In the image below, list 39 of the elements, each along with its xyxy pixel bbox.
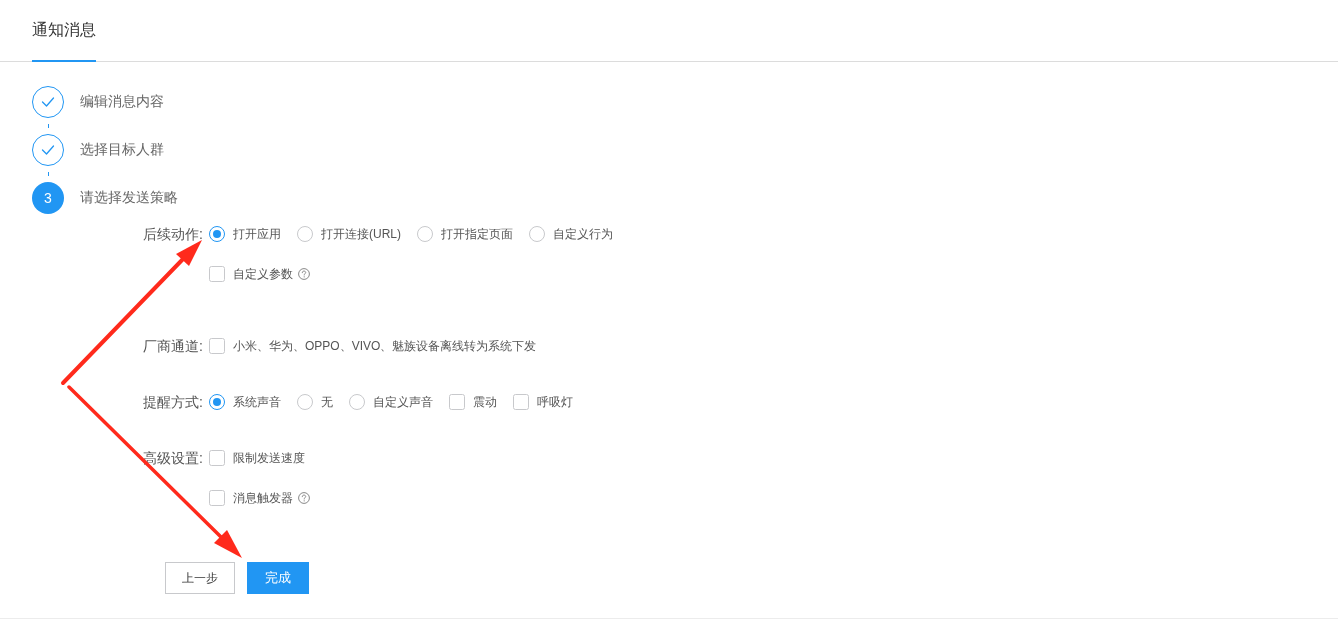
checkbox[interactable]: [209, 490, 225, 506]
form-label: 厂商通道:: [142, 337, 203, 356]
checkbox-label[interactable]: 自定义参数: [233, 265, 293, 283]
step-label: 编辑消息内容: [80, 93, 164, 111]
checkbox-label[interactable]: 消息触发器: [233, 489, 293, 507]
checkbox-label[interactable]: 震动: [473, 393, 497, 411]
step-number: 3: [32, 182, 64, 214]
radio-button[interactable]: [349, 394, 365, 410]
checkbox-label[interactable]: 呼吸灯: [537, 393, 573, 411]
radio-label[interactable]: 自定义声音: [373, 393, 433, 411]
checkbox[interactable]: [513, 394, 529, 410]
checkbox[interactable]: [449, 394, 465, 410]
radio-button[interactable]: [297, 394, 313, 410]
help-icon[interactable]: [298, 268, 310, 280]
checkbox[interactable]: [209, 450, 225, 466]
radio-button[interactable]: [209, 394, 225, 410]
secondary-button[interactable]: 上一步: [165, 562, 235, 594]
checkbox-label[interactable]: 限制发送速度: [233, 449, 305, 467]
tab[interactable]: 通知消息: [32, 0, 96, 62]
radio-label[interactable]: 无: [321, 393, 333, 411]
help-icon[interactable]: [298, 492, 310, 504]
step-connector: [47, 124, 49, 128]
radio-button[interactable]: [209, 226, 225, 242]
radio-button[interactable]: [297, 226, 313, 242]
step-label: 选择目标人群: [80, 141, 164, 159]
radio-label[interactable]: 打开连接(URL): [321, 225, 401, 243]
radio-label[interactable]: 打开应用: [233, 225, 281, 243]
step-label: 请选择发送策略: [80, 189, 178, 207]
radio-label[interactable]: 自定义行为: [553, 225, 613, 243]
radio-label[interactable]: 系统声音: [233, 393, 281, 411]
checkbox[interactable]: [209, 266, 225, 282]
form-label: 后续动作:: [142, 225, 203, 244]
step-connector: [47, 172, 49, 176]
radio-button[interactable]: [529, 226, 545, 242]
radio-button[interactable]: [417, 226, 433, 242]
checkbox-label[interactable]: 小米、华为、OPPO、VIVO、魅族设备离线转为系统下发: [233, 337, 537, 355]
radio-label[interactable]: 打开指定页面: [441, 225, 513, 243]
checkbox[interactable]: [209, 338, 225, 354]
form-label: 提醒方式:: [142, 393, 203, 412]
